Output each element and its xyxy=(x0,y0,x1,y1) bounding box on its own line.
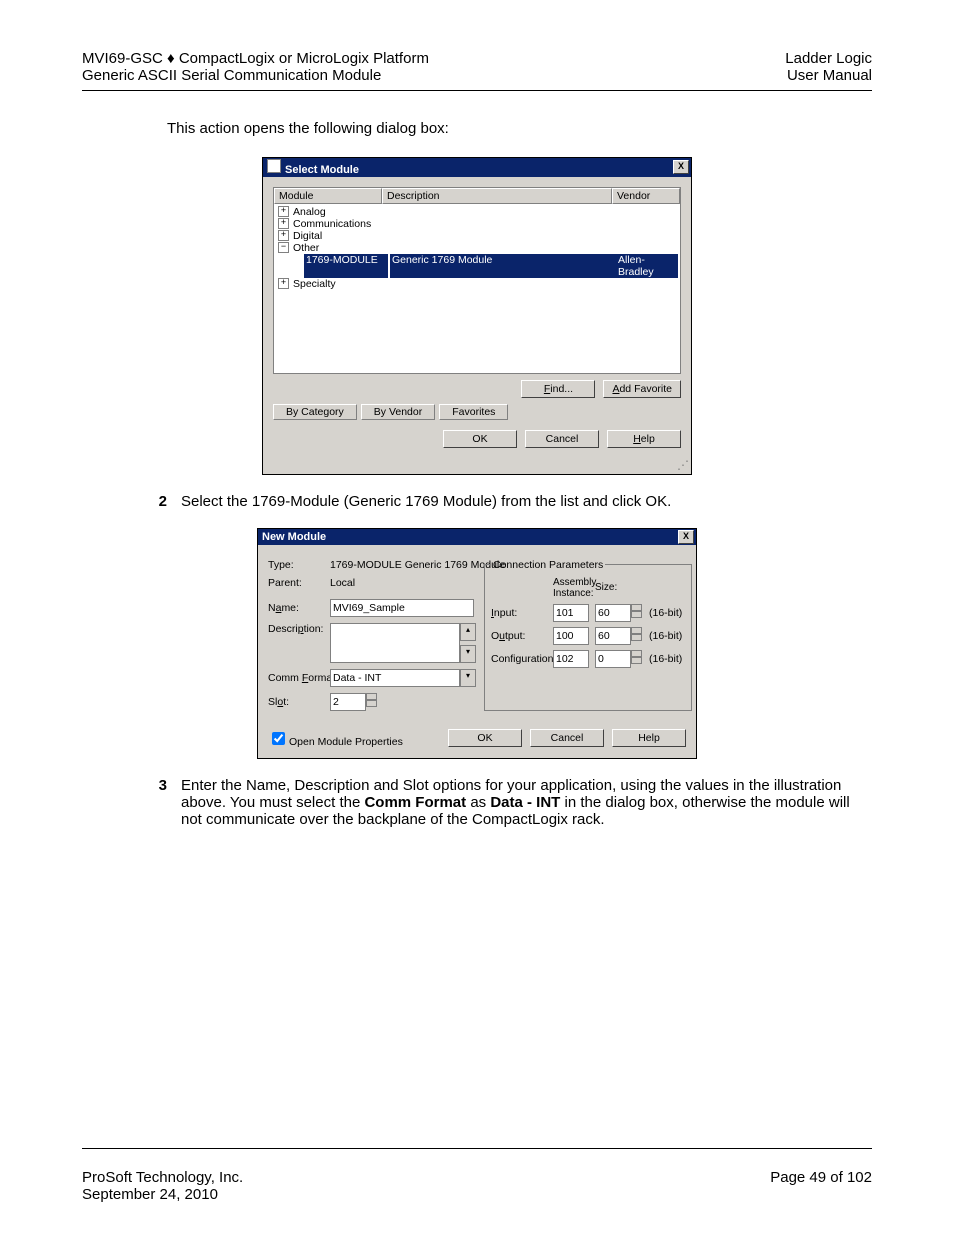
output-unit: (16-bit) xyxy=(649,630,685,642)
tree-item-other[interactable]: −Other xyxy=(276,242,678,254)
tree-item-vendor: Allen-Bradley xyxy=(616,254,678,278)
chevron-down-icon[interactable]: ▾ xyxy=(460,669,476,687)
configuration-label: Configuration: xyxy=(491,653,551,665)
header-left-2: Generic ASCII Serial Communication Modul… xyxy=(82,67,429,84)
help-button[interactable]: Help xyxy=(607,430,681,448)
collapse-icon[interactable]: − xyxy=(278,242,289,253)
header-rule xyxy=(82,90,872,91)
step-number: 3 xyxy=(137,777,167,828)
footer-company: ProSoft Technology, Inc. xyxy=(82,1169,243,1186)
spinner[interactable] xyxy=(631,627,642,643)
tree-item-digital[interactable]: +Digital xyxy=(276,230,678,242)
tree-item-specialty[interactable]: +Specialty xyxy=(276,278,678,290)
config-instance[interactable]: 102 xyxy=(553,650,589,668)
help-button[interactable]: Help xyxy=(612,729,686,747)
cancel-button[interactable]: Cancel xyxy=(530,729,604,747)
description-input[interactable] xyxy=(330,623,460,663)
spinner[interactable] xyxy=(631,604,642,620)
output-label: Output: xyxy=(491,630,551,642)
comm-format-select[interactable]: Data - INT xyxy=(330,669,460,687)
tree-item-desc: Generic 1769 Module xyxy=(390,254,616,278)
footer-rule xyxy=(82,1148,872,1149)
tree-item-1769-module[interactable]: 1769-MODULE xyxy=(304,254,388,278)
config-size[interactable]: 0 xyxy=(595,650,631,668)
parent-value: Local xyxy=(330,577,480,589)
spinner[interactable] xyxy=(631,650,642,666)
step-number: 2 xyxy=(137,493,167,510)
dialog-titlebar[interactable]: New Module X xyxy=(258,529,696,545)
parent-label: Parent: xyxy=(268,577,326,589)
expand-icon[interactable]: + xyxy=(278,206,289,217)
page-footer: ProSoft Technology, Inc. September 24, 2… xyxy=(82,1169,872,1203)
tree-item-communications[interactable]: +Communications xyxy=(276,218,678,230)
config-unit: (16-bit) xyxy=(649,653,685,665)
step-2-text: Select the 1769-Module (Generic 1769 Mod… xyxy=(181,493,872,510)
tab-by-vendor[interactable]: By Vendor xyxy=(361,404,435,420)
slot-input[interactable]: 2 xyxy=(330,693,366,711)
resize-grip-icon[interactable]: ⋰ xyxy=(263,458,691,474)
new-module-dialog: New Module X Type: 1769-MODULE Generic 1… xyxy=(257,528,697,759)
header-right-1: Ladder Logic xyxy=(785,50,872,67)
assembly-header: AssemblyInstance: xyxy=(553,577,593,599)
connection-parameters-group: Connection Parameters AssemblyInstance: … xyxy=(484,559,692,711)
expand-icon[interactable]: + xyxy=(278,218,289,229)
scroll-down-icon[interactable]: ▾ xyxy=(460,645,476,663)
input-unit: (16-bit) xyxy=(649,607,685,619)
dialog-icon xyxy=(267,159,281,173)
output-size[interactable]: 60 xyxy=(595,627,631,645)
close-icon[interactable]: X xyxy=(673,160,689,174)
close-icon[interactable]: X xyxy=(678,530,694,544)
name-label: Name: xyxy=(268,602,326,614)
input-size[interactable]: 60 xyxy=(595,604,631,622)
col-vendor[interactable]: Vendor xyxy=(612,188,680,204)
name-input[interactable]: MVI69_Sample xyxy=(330,599,474,617)
ok-button[interactable]: OK xyxy=(443,430,517,448)
checkbox-input[interactable] xyxy=(272,732,285,745)
input-label: Input: xyxy=(491,607,551,619)
add-favorite-button[interactable]: Add Favorite xyxy=(603,380,681,398)
type-label: Type: xyxy=(268,559,326,571)
dialog-title: Select Module xyxy=(285,164,359,176)
find-button[interactable]: FFind...ind... xyxy=(521,380,595,398)
type-value: 1769-MODULE Generic 1769 Module xyxy=(330,559,480,571)
dialog-titlebar[interactable]: Select Module X xyxy=(263,158,691,177)
ok-button[interactable]: OK xyxy=(448,729,522,747)
input-instance[interactable]: 101 xyxy=(553,604,589,622)
col-description[interactable]: Description xyxy=(382,188,612,204)
intro-text: This action opens the following dialog b… xyxy=(167,119,872,139)
tree-item-analog[interactable]: +Analog xyxy=(276,206,678,218)
page-header: MVI69-GSC ♦ CompactLogix or MicroLogix P… xyxy=(82,50,872,84)
expand-icon[interactable]: + xyxy=(278,278,289,289)
description-label: Description: xyxy=(268,623,326,635)
footer-page: Page 49 of 102 xyxy=(770,1169,872,1203)
size-header: Size: xyxy=(595,582,647,593)
connection-parameters-legend: Connection Parameters xyxy=(491,559,605,571)
scroll-up-icon[interactable]: ▴ xyxy=(460,623,476,641)
step-3-text: Enter the Name, Description and Slot opt… xyxy=(181,777,872,828)
output-instance[interactable]: 100 xyxy=(553,627,589,645)
open-module-properties-checkbox[interactable]: Open Module Properties xyxy=(268,729,403,748)
tab-by-category[interactable]: By Category xyxy=(273,404,357,420)
slot-label: Slot: xyxy=(268,696,326,708)
tab-favorites[interactable]: Favorites xyxy=(439,404,508,420)
slot-spinner[interactable] xyxy=(366,693,377,709)
cancel-button[interactable]: Cancel xyxy=(525,430,599,448)
expand-icon[interactable]: + xyxy=(278,230,289,241)
dialog-title: New Module xyxy=(262,531,326,543)
module-tree[interactable]: Module Description Vendor +Analog +Commu… xyxy=(273,187,681,374)
header-right-2: User Manual xyxy=(785,67,872,84)
footer-date: September 24, 2010 xyxy=(82,1186,243,1203)
header-left-1: MVI69-GSC ♦ CompactLogix or MicroLogix P… xyxy=(82,50,429,67)
col-module[interactable]: Module xyxy=(274,188,382,204)
comm-format-label: Comm Format: xyxy=(268,672,326,684)
select-module-dialog: Select Module X Module Description Vendo… xyxy=(262,157,692,475)
